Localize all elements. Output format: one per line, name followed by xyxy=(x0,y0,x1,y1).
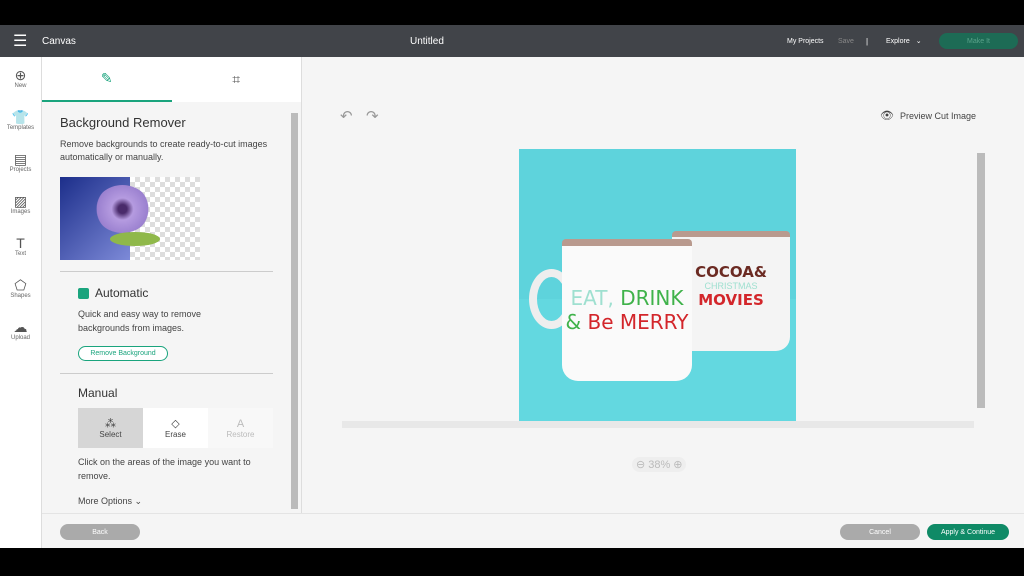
automatic-title: Automatic xyxy=(95,286,149,300)
text-icon: T xyxy=(16,235,25,251)
tool-label: Select xyxy=(99,430,122,439)
select-tool[interactable]: ⁂ Select xyxy=(78,408,143,448)
back-button[interactable]: Back xyxy=(60,524,140,540)
image-icon: ▨ xyxy=(13,193,28,209)
rail-label: Shapes xyxy=(10,293,31,299)
automatic-description: Quick and easy way to remove backgrounds… xyxy=(78,309,202,333)
chevron-down-icon: ⌄ xyxy=(134,496,143,506)
restore-tool[interactable]: A Restore xyxy=(208,408,273,448)
background-remover-panel: ✎ ⌗ Background Remover Remove background… xyxy=(42,57,302,513)
hamburger-icon[interactable]: ☰ xyxy=(13,25,27,57)
upload-icon: ☁ xyxy=(13,319,28,335)
rail-templates[interactable]: 👕 Templates xyxy=(0,99,41,141)
make-it-button[interactable]: Make It xyxy=(939,33,1018,49)
remove-background-button[interactable]: Remove Background xyxy=(78,346,168,361)
explore-label: Explore xyxy=(886,37,910,45)
rail-projects[interactable]: ▤ Projects xyxy=(0,141,41,183)
rail-label: Projects xyxy=(9,167,32,173)
left-rail: ⊕ New 👕 Templates ▤ Projects ▨ Images T Text … xyxy=(0,57,42,548)
divider xyxy=(60,271,273,272)
mug-text: EAT, xyxy=(570,286,614,310)
chevron-down-icon: ⌄ xyxy=(915,38,922,45)
panel-title: Background Remover xyxy=(60,115,186,130)
explore-menu[interactable]: Explore ⌄ xyxy=(886,25,922,57)
divider xyxy=(60,373,273,374)
rail-label: Upload xyxy=(10,335,30,341)
canvas-area: ↶ ↷ 👁 Preview Cut Image COCOA& CHRISTMAS … xyxy=(302,57,1024,513)
canvas-horizontal-scrollbar[interactable] xyxy=(342,421,974,428)
apply-continue-button[interactable]: Apply & Continue xyxy=(927,524,1009,540)
more-options-toggle[interactable]: More Options ⌄ xyxy=(78,496,142,507)
automatic-icon xyxy=(78,287,89,299)
mug-text: Be MERRY xyxy=(587,310,689,334)
project-title: Untitled xyxy=(410,35,444,47)
crop-icon: ⌗ xyxy=(232,71,241,87)
divider: | xyxy=(866,36,869,46)
rail-new[interactable]: ⊕ New xyxy=(0,57,41,99)
book-icon: ▤ xyxy=(13,151,28,167)
eraser-icon: ◇ xyxy=(171,418,180,430)
manual-title: Manual xyxy=(78,386,118,400)
app-name: Canvas xyxy=(42,35,76,47)
my-projects-link[interactable]: My Projects xyxy=(787,25,824,57)
preview-label: Preview Cut Image xyxy=(899,110,976,121)
restore-icon: A xyxy=(236,417,245,430)
cancel-button[interactable]: Cancel xyxy=(840,524,920,540)
rail-label: Text xyxy=(14,251,26,257)
background-remover-icon: ✎ xyxy=(100,70,113,86)
rail-label: New xyxy=(14,83,27,89)
tab-crop[interactable]: ⌗ xyxy=(172,57,302,102)
zoom-level: 38% xyxy=(648,458,671,471)
rail-label: Templates xyxy=(6,125,35,131)
rail-shapes[interactable]: ⬠ Shapes xyxy=(0,267,41,309)
magic-wand-icon: ⁂ xyxy=(105,418,116,430)
panel-scrollbar[interactable] xyxy=(291,113,298,509)
undo-icon[interactable]: ↶ xyxy=(340,107,353,125)
redo-icon[interactable]: ↷ xyxy=(366,107,379,125)
mug-text: & xyxy=(565,310,582,334)
footer: Back Cancel Apply & Continue xyxy=(42,513,1024,548)
mug-text: DRINK xyxy=(620,286,684,310)
rail-upload[interactable]: ☁ Upload xyxy=(0,309,41,351)
zoom-control: ⊖ 38% ⊕ xyxy=(632,457,687,472)
rail-label: Images xyxy=(10,209,31,215)
eye-icon: 👁 xyxy=(880,110,894,122)
shirt-icon: 👕 xyxy=(11,109,30,125)
tool-label: Restore xyxy=(226,429,255,439)
zoom-out-icon[interactable]: ⊖ xyxy=(636,458,645,471)
example-image xyxy=(60,177,200,260)
canvas-vertical-scrollbar[interactable] xyxy=(977,153,985,408)
mug-image: COCOA& CHRISTMAS MOVIES EAT, DRINK & Be … xyxy=(519,149,796,421)
manual-hint: Click on the areas of the image you want… xyxy=(78,457,251,481)
erase-tool[interactable]: ◇ Erase xyxy=(143,408,208,448)
plus-icon: ⊕ xyxy=(14,67,27,83)
panel-description: Remove backgrounds to create ready-to-cu… xyxy=(60,139,268,162)
shapes-icon: ⬠ xyxy=(14,277,27,293)
rail-text[interactable]: T Text xyxy=(0,225,41,267)
rail-images[interactable]: ▨ Images xyxy=(0,183,41,225)
zoom-in-icon[interactable]: ⊕ xyxy=(673,458,682,471)
tab-background-remover[interactable]: ✎ xyxy=(42,57,172,102)
tool-label: Erase xyxy=(165,430,186,439)
mug-left: EAT, DRINK & Be MERRY xyxy=(562,239,692,381)
top-bar: ☰ Canvas Untitled My Projects Save | Exp… xyxy=(0,25,1024,57)
more-options-label: More Options xyxy=(78,496,133,506)
save-button[interactable]: Save xyxy=(838,25,854,57)
preview-cut-image-button[interactable]: 👁 Preview Cut Image xyxy=(880,109,976,122)
